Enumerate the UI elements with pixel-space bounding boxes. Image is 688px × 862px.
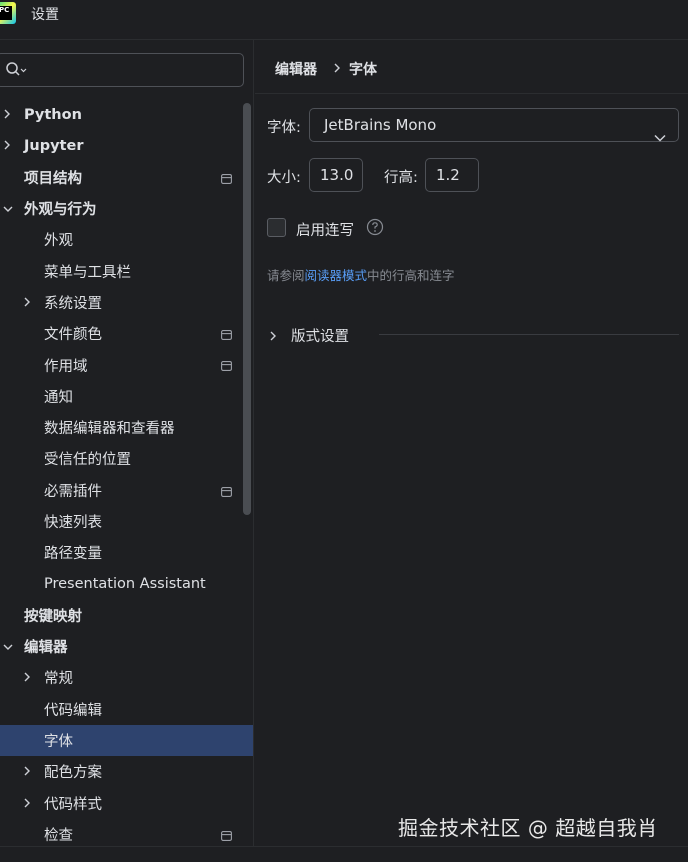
sidebar-item[interactable]: 字体: [0, 724, 253, 757]
sidebar-item-label: 检查: [44, 827, 73, 844]
search-icon[interactable]: [5, 61, 27, 83]
settings-tree: Python Jupyter 项目结构外观与行为外观菜单与工具栏 系统设置文件颜色作用…: [0, 99, 253, 846]
search-input[interactable]: [0, 53, 244, 87]
breadcrumb-separator-icon: [333, 61, 341, 77]
sidebar-item[interactable]: 外观: [0, 224, 242, 255]
sidebar-item-label: 系统设置: [44, 295, 102, 312]
reader-mode-hint: 请参阅阅读器模式中的行高和连字: [267, 265, 455, 284]
sidebar-item[interactable]: 必需插件: [0, 475, 242, 506]
reader-mode-link[interactable]: 阅读器模式: [305, 268, 368, 283]
sidebar-item[interactable]: Presentation Assistant: [0, 568, 242, 599]
sidebar-item[interactable]: 检查: [0, 819, 242, 846]
size-label: 大小:: [267, 170, 301, 186]
project-level-icon: [221, 172, 232, 188]
sidebar-item[interactable]: 常规: [0, 662, 242, 693]
sidebar-item[interactable]: 系统设置: [0, 287, 242, 318]
chevron-right-icon[interactable]: [23, 672, 33, 682]
sidebar-item-label: 路径变量: [44, 546, 102, 563]
sidebar-item[interactable]: 配色方案: [0, 756, 242, 787]
pycharm-logo-icon: PC: [0, 2, 16, 24]
breadcrumb-parent[interactable]: 编辑器: [275, 59, 317, 79]
sidebar-item-label: 项目结构: [24, 170, 82, 187]
sidebar-item-label: 快速列表: [44, 515, 102, 531]
chevron-right-icon[interactable]: [23, 798, 33, 808]
sidebar-item[interactable]: 代码样式: [0, 788, 242, 819]
chevron-down-icon[interactable]: [3, 205, 13, 215]
hint-suffix: 中的行高和连字: [367, 268, 455, 283]
settings-sidebar: Python Jupyter 项目结构外观与行为外观菜单与工具栏 系统设置文件颜色作用…: [0, 40, 254, 846]
sidebar-item[interactable]: 受信任的位置: [0, 443, 242, 474]
sidebar-item[interactable]: 菜单与工具栏: [0, 255, 242, 286]
typography-section-label[interactable]: 版式设置: [291, 325, 349, 346]
sidebar-item-label: 受信任的位置: [44, 452, 131, 469]
project-level-icon: [221, 829, 232, 845]
sidebar-item-label: Presentation Assistant: [44, 576, 206, 593]
sidebar-item-label: 外观: [44, 233, 73, 250]
chevron-down-icon[interactable]: [3, 643, 13, 653]
sidebar-item[interactable]: 作用域: [0, 349, 242, 380]
sidebar-item[interactable]: 数据编辑器和查看器: [0, 412, 242, 443]
watermark: 掘金技术社区 @ 超越自我肖: [398, 816, 658, 840]
main-panel: 编辑器 字体 字体: JetBrains Mono 大小: 13.0 行高: 1…: [255, 40, 688, 846]
chevron-right-icon[interactable]: [3, 140, 13, 150]
font-dropdown[interactable]: JetBrains Mono: [309, 108, 679, 142]
help-icon[interactable]: [366, 218, 384, 240]
sidebar-item-label: 字体: [44, 734, 73, 751]
sidebar-item-label: 代码编辑: [44, 702, 102, 719]
sidebar-item-label: 配色方案: [44, 765, 102, 782]
chevron-down-icon: [654, 121, 666, 153]
sidebar-item[interactable]: Python: [0, 99, 242, 130]
sidebar-item[interactable]: 文件颜色: [0, 318, 242, 349]
sidebar-item-label: 必需插件: [44, 483, 102, 500]
bottom-bar: [0, 846, 688, 862]
sidebar-item-label: 常规: [44, 671, 73, 688]
sidebar-item-label: Python: [24, 106, 82, 123]
line-height-input[interactable]: 1.2: [425, 158, 479, 192]
font-dropdown-value: JetBrains Mono: [324, 116, 437, 134]
sidebar-item-label: 文件颜色: [44, 327, 102, 344]
sidebar-item-label: 编辑器: [24, 640, 68, 657]
sidebar-item[interactable]: Jupyter: [0, 130, 242, 161]
font-label: 字体:: [267, 120, 301, 136]
sidebar-item[interactable]: 外观与行为: [0, 193, 242, 224]
sidebar-item[interactable]: 项目结构: [0, 162, 242, 193]
sidebar-item-label: 通知: [44, 389, 73, 406]
breadcrumb-current: 字体: [349, 62, 377, 78]
breadcrumb: 编辑器 字体: [255, 40, 688, 94]
section-divider: [379, 334, 679, 335]
ligatures-label[interactable]: 启用连写: [296, 219, 354, 240]
sidebar-item[interactable]: 代码编辑: [0, 694, 242, 725]
typography-section[interactable]: 版式设置: [269, 322, 679, 346]
window-title: 设置: [31, 7, 59, 23]
sidebar-item[interactable]: 路径变量: [0, 537, 242, 568]
sidebar-item[interactable]: 快速列表: [0, 506, 242, 537]
chevron-right-icon[interactable]: [3, 109, 13, 119]
sidebar-item-label: 代码样式: [44, 796, 102, 813]
hint-prefix: 请参阅: [267, 268, 305, 283]
project-level-icon: [221, 485, 232, 501]
sidebar-item-label: 按键映射: [24, 608, 82, 625]
sidebar-item-label: 数据编辑器和查看器: [44, 421, 175, 438]
title-bar: PC 设置: [0, 0, 688, 40]
sidebar-item[interactable]: 按键映射: [0, 600, 242, 631]
chevron-right-icon[interactable]: [23, 297, 33, 307]
sidebar-item[interactable]: 编辑器: [0, 631, 242, 662]
project-level-icon: [221, 328, 232, 344]
sidebar-item-label: 菜单与工具栏: [44, 264, 131, 281]
ligatures-checkbox[interactable]: [267, 218, 286, 237]
sidebar-scrollbar[interactable]: [243, 103, 251, 515]
logo-text: PC: [0, 6, 12, 20]
sidebar-item[interactable]: 通知: [0, 381, 242, 412]
sidebar-item-label: Jupyter: [24, 137, 84, 154]
line-height-label: 行高:: [384, 170, 418, 186]
sidebar-item-label: 外观与行为: [24, 202, 97, 219]
project-level-icon: [221, 359, 232, 375]
sidebar-item-label: 作用域: [44, 358, 88, 375]
chevron-right-icon[interactable]: [269, 329, 277, 345]
chevron-right-icon[interactable]: [23, 766, 33, 776]
size-input[interactable]: 13.0: [309, 158, 363, 192]
